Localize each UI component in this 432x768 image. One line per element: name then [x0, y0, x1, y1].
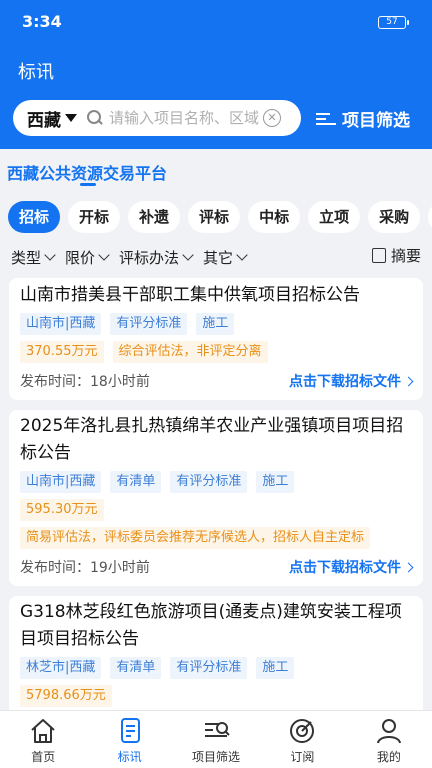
- tag: 林芝市|西藏: [20, 657, 102, 679]
- download-link[interactable]: 点击下载招标文件: [289, 371, 414, 391]
- status-time: 3:34: [22, 12, 62, 31]
- nav-biaoxun-label: 标讯: [117, 750, 142, 764]
- card-title: G318林芝段红色旅游项目(通麦点)建筑安装工程项目项目招标公告: [20, 602, 402, 649]
- tab-kaibiao[interactable]: 开标: [68, 201, 121, 233]
- nav-subscribe[interactable]: 订阅: [259, 711, 345, 768]
- project-filter-label: 项目筛选: [342, 111, 410, 131]
- card-tags: 山南市|西藏 有评分标准 施工: [20, 313, 412, 335]
- filter-other-label: 其它: [203, 248, 234, 267]
- method-tag: 综合评估法，非评定分离: [112, 341, 268, 363]
- list-item[interactable]: G318林芝段红色旅游项目(通麦点)建筑安装工程项目项目招标公告 林芝市|西藏 …: [9, 596, 423, 716]
- nav-home-label: 首页: [31, 750, 56, 764]
- tag: 有评分标准: [170, 471, 248, 493]
- battery-icon: 57: [378, 16, 409, 29]
- nav-project-filter[interactable]: 项目筛选: [173, 711, 259, 768]
- publish-time: 发布时间：19小时前: [20, 560, 150, 576]
- list-item[interactable]: 山南市措美县干部职工集中供氧项目招标公告 山南市|西藏 有评分标准 施工 370…: [9, 278, 423, 400]
- chevron-down-icon: [44, 249, 56, 261]
- tag: 山南市|西藏: [20, 471, 102, 493]
- tag: 有清单: [110, 471, 162, 493]
- user-icon: [376, 719, 401, 744]
- chevron-down-icon: [182, 249, 194, 261]
- nav-subscribe-label: 订阅: [290, 750, 315, 764]
- card-title: 山南市措美县干部职工集中供氧项目招标公告: [20, 285, 360, 305]
- publish-time: 发布时间：18小时前: [20, 374, 150, 390]
- filter-method-label: 评标办法: [119, 248, 180, 267]
- tab-zhongbiao[interactable]: 中标: [248, 201, 301, 233]
- tag: 施工: [256, 471, 295, 493]
- download-label: 点击下载招标文件: [289, 560, 401, 576]
- summary-icon: [371, 248, 386, 263]
- method-tag: 简易评估法，评标委员会推荐无序候选人，招标人自主定标: [20, 527, 371, 549]
- chevron-down-icon: [98, 249, 110, 261]
- price-tag: 5798.66万元: [20, 685, 112, 707]
- nav-mine-label: 我的: [376, 750, 401, 764]
- summary-toggle[interactable]: 摘要: [371, 245, 421, 266]
- caret-down-icon: [65, 114, 77, 122]
- filter-other[interactable]: 其它: [203, 247, 248, 268]
- nav-biaoxun[interactable]: 标讯: [86, 711, 172, 768]
- page-title: 标讯: [18, 62, 54, 83]
- download-label: 点击下载招标文件: [289, 374, 401, 390]
- tab-pingbiao[interactable]: 评标: [188, 201, 241, 233]
- price-tag: 370.55万元: [20, 341, 104, 363]
- list-item[interactable]: 2025年洛扎县扎热镇绵羊农业产业强镇项目项目招标公告 山南市|西藏 有清单 有…: [9, 410, 423, 586]
- filter-type-label: 类型: [11, 248, 42, 267]
- card-tags: 林芝市|西藏 有清单 有评分标准 施工: [20, 657, 412, 679]
- top-header: 3:34 57 标讯 西藏 ✕ 项目筛选: [0, 0, 432, 149]
- filter-price-limit-label: 限价: [65, 248, 96, 267]
- filter-row: 类型 限价 评标办法 其它: [0, 243, 432, 271]
- document-icon: [120, 718, 140, 743]
- filter-search-icon: [205, 722, 230, 737]
- clear-icon[interactable]: ✕: [263, 109, 281, 127]
- nav-project-filter-label: 项目筛选: [192, 750, 241, 764]
- download-link[interactable]: 点击下载招标文件: [289, 557, 414, 577]
- region-selector[interactable]: 西藏: [27, 106, 77, 131]
- tag: 山南市|西藏: [20, 313, 102, 335]
- nav-mine[interactable]: 我的: [346, 711, 432, 768]
- search-input[interactable]: [109, 109, 261, 127]
- search-icon: [87, 110, 103, 126]
- card-title: 2025年洛扎县扎热镇绵羊农业产业强镇项目项目招标公告: [20, 416, 404, 463]
- chevron-down-icon: [236, 249, 248, 261]
- summary-label: 摘要: [390, 247, 421, 265]
- tag: 有评分标准: [110, 313, 188, 335]
- tab-lixiang[interactable]: 立项: [308, 201, 361, 233]
- tag: 施工: [196, 313, 235, 335]
- chevron-right-icon: [403, 376, 414, 386]
- region-label: 西藏: [27, 110, 61, 131]
- search-bar: 西藏 ✕: [13, 100, 301, 136]
- tag: 有清单: [110, 657, 162, 679]
- chevron-right-icon: [403, 562, 414, 572]
- tab-liubiao[interactable]: 流标: [428, 201, 432, 233]
- card-tags: 山南市|西藏 有清单 有评分标准 施工: [20, 471, 412, 493]
- filter-price-limit[interactable]: 限价: [65, 247, 110, 268]
- platform-tab-indicator: [80, 183, 96, 186]
- tab-caigou[interactable]: 采购: [368, 201, 421, 233]
- price-tag: 595.30万元: [20, 499, 104, 521]
- nav-home[interactable]: 首页: [0, 711, 86, 768]
- tag: 有评分标准: [170, 657, 248, 679]
- tag: 施工: [256, 657, 295, 679]
- tab-buyi[interactable]: 补遗: [128, 201, 181, 233]
- project-filter-button[interactable]: 项目筛选: [316, 106, 410, 131]
- category-tabs: 招标 开标 补遗 评标 中标 立项 采购 流标: [0, 201, 432, 235]
- home-icon: [31, 719, 55, 743]
- tab-zhaobiao[interactable]: 招标: [8, 201, 61, 233]
- platform-tab[interactable]: 西藏公共资源交易平台: [7, 160, 167, 184]
- filter-search-icon: [316, 111, 338, 127]
- filter-method[interactable]: 评标办法: [119, 247, 194, 268]
- filter-type[interactable]: 类型: [11, 247, 56, 268]
- bottom-nav: 首页 标讯 项目筛选 订阅 我的: [0, 710, 432, 768]
- subscribe-icon: [290, 719, 315, 743]
